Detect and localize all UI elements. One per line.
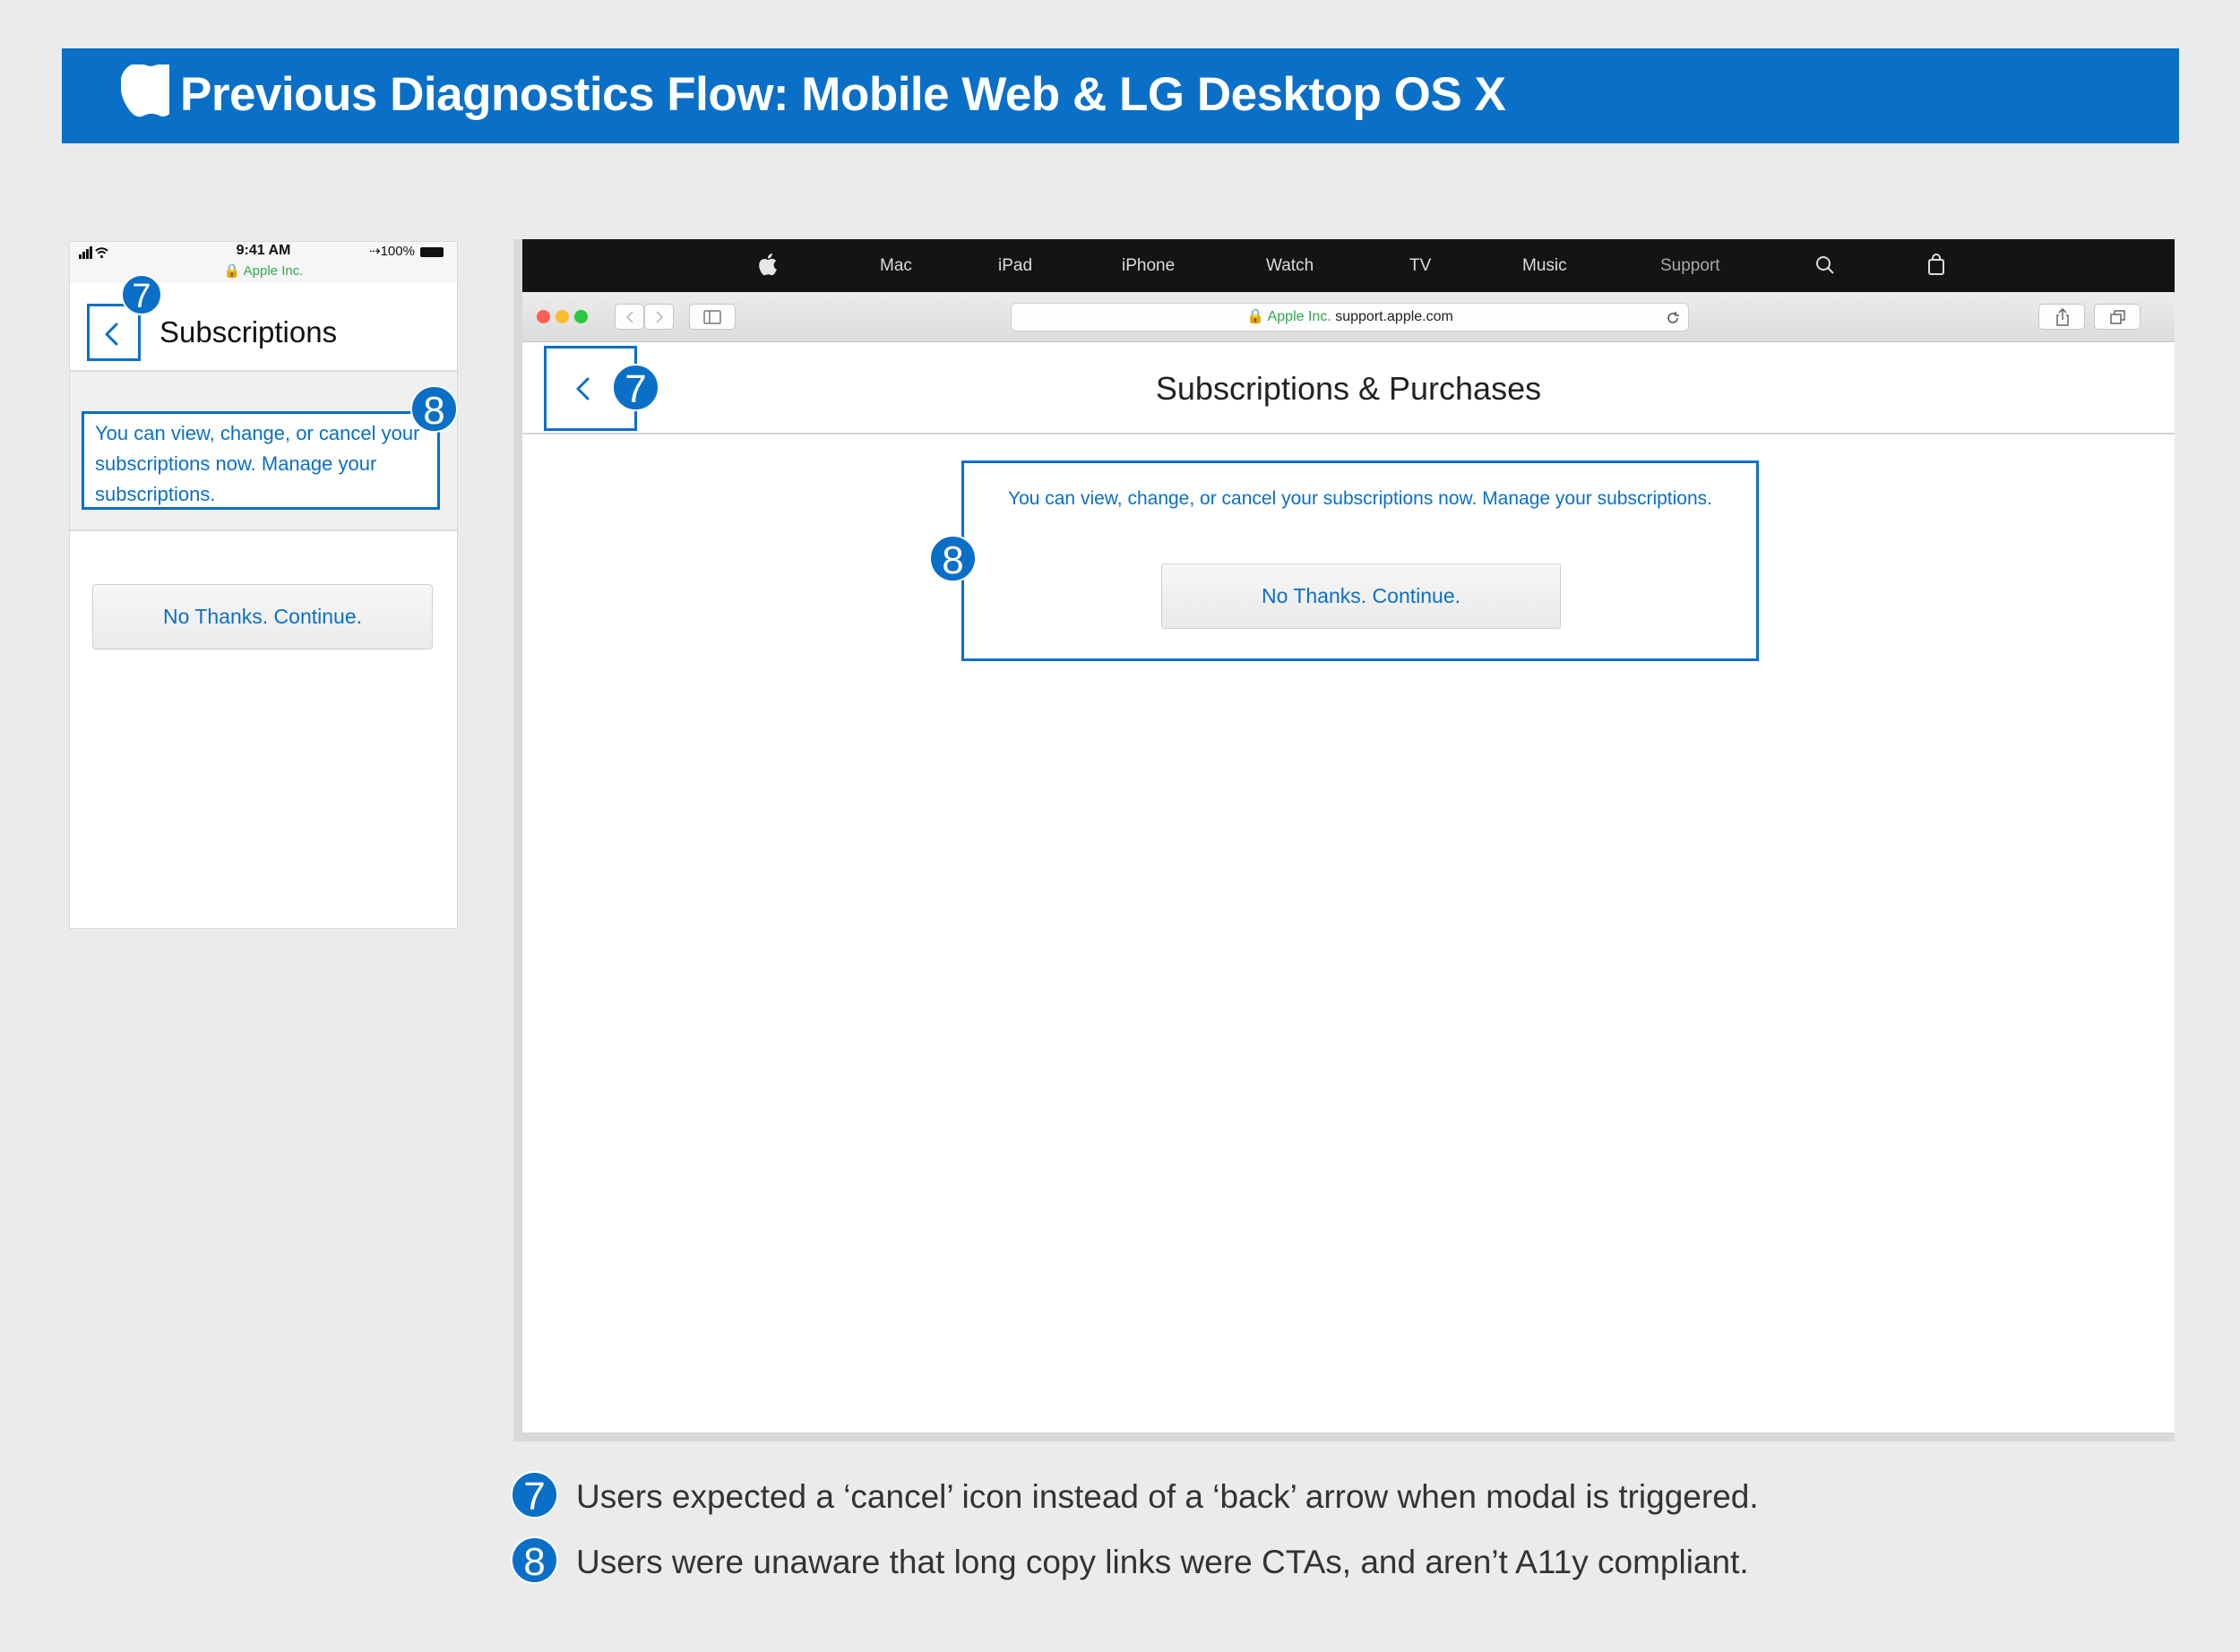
page-header: Subscriptions & Purchases	[522, 343, 2175, 435]
search-icon[interactable]	[1814, 254, 1836, 276]
apple-global-nav: Mac iPad iPhone Watch TV Music Support	[522, 239, 2175, 292]
bag-icon[interactable]	[1927, 254, 1945, 276]
header-banner: Previous Diagnostics Flow: Mobile Web & …	[62, 48, 2179, 143]
url-domain: support.apple.com	[1335, 309, 1453, 324]
battery-status: ⇢100%	[369, 243, 444, 259]
secure-site-name: Apple Inc.	[1267, 309, 1331, 324]
lock-icon: 🔒	[223, 263, 241, 279]
secure-site-label: 🔒 Apple Inc.	[70, 262, 457, 279]
battery-percent: 100%	[380, 244, 415, 259]
address-bar[interactable]: 🔒 Apple Inc. support.apple.com	[1011, 303, 1689, 331]
annotation-badge-7: 7	[121, 274, 162, 315]
apple-logo-icon	[121, 65, 169, 117]
minimize-window-button[interactable]	[556, 310, 569, 323]
annotation-badge-8: 8	[929, 535, 977, 582]
note-badge-7: 7	[511, 1471, 558, 1519]
browser-window: Mac iPad iPhone Watch TV Music Support 🔒…	[522, 239, 2175, 1433]
address-text: 🔒 Apple Inc. support.apple.com	[1012, 304, 1688, 331]
secure-site-label: 🔒 Apple Inc.	[1246, 309, 1331, 324]
manage-subscriptions-link[interactable]: You can view, change, or cancel your sub…	[95, 418, 435, 510]
browser-toolbar: 🔒 Apple Inc. support.apple.com	[522, 292, 2175, 342]
no-thanks-continue-button[interactable]: No Thanks. Continue.	[1161, 564, 1561, 629]
banner-title: Previous Diagnostics Flow: Mobile Web & …	[180, 68, 1506, 121]
note-text-7: Users expected a ‘cancel’ icon instead o…	[576, 1478, 1759, 1515]
nav-item-support[interactable]: Support	[1660, 239, 1720, 292]
page-title: Subscriptions & Purchases	[1155, 370, 1542, 407]
chevron-left-icon	[625, 311, 633, 323]
share-button[interactable]	[2038, 304, 2085, 330]
nav-item-tv[interactable]: TV	[1409, 239, 1431, 292]
chevron-left-icon	[576, 377, 590, 400]
sidebar-toggle-button[interactable]	[689, 304, 736, 330]
note-badge-8: 8	[511, 1536, 558, 1584]
tabs-icon	[2110, 310, 2125, 324]
divider	[70, 529, 457, 531]
nav-item-mac[interactable]: Mac	[880, 239, 912, 292]
subscriptions-message-box: You can view, change, or cancel your sub…	[82, 411, 440, 510]
tabs-overview-button[interactable]	[2094, 304, 2141, 330]
apple-logo-icon[interactable]	[756, 252, 778, 277]
battery-icon	[420, 246, 444, 257]
sidebar-icon	[703, 310, 721, 324]
reload-icon[interactable]	[1665, 310, 1681, 326]
bluetooth-icon: ⇢	[369, 244, 381, 259]
browser-back-button[interactable]	[615, 304, 644, 330]
secure-site-name: Apple Inc.	[243, 263, 304, 279]
zoom-window-button[interactable]	[574, 310, 588, 323]
nav-item-music[interactable]: Music	[1522, 239, 1567, 292]
nav-item-ipad[interactable]: iPad	[998, 239, 1032, 292]
nav-item-watch[interactable]: Watch	[1266, 239, 1314, 292]
mobile-web-mockup: 9:41 AM 🔒 Apple Inc. ⇢100% Subscriptions…	[69, 241, 458, 929]
manage-subscriptions-link[interactable]: You can view, change, or cancel your sub…	[964, 488, 1756, 510]
chevron-left-icon	[105, 323, 118, 346]
close-window-button[interactable]	[537, 310, 550, 323]
desktop-browser-mockup: Mac iPad iPhone Watch TV Music Support 🔒…	[513, 239, 2175, 1441]
share-icon	[2056, 308, 2069, 326]
no-thanks-continue-button[interactable]: No Thanks. Continue.	[92, 584, 433, 650]
subscriptions-message-box: You can view, change, or cancel your sub…	[961, 460, 1759, 661]
note-text-8: Users were unaware that long copy links …	[576, 1544, 1749, 1580]
nav-item-iphone[interactable]: iPhone	[1122, 239, 1175, 292]
status-bar: 9:41 AM 🔒 Apple Inc. ⇢100%	[70, 242, 457, 283]
chevron-right-icon	[656, 311, 664, 323]
browser-forward-button[interactable]	[644, 304, 674, 330]
page-title: Subscriptions	[159, 315, 338, 348]
annotation-badge-8: 8	[410, 385, 458, 433]
annotation-badge-7: 7	[612, 364, 659, 411]
